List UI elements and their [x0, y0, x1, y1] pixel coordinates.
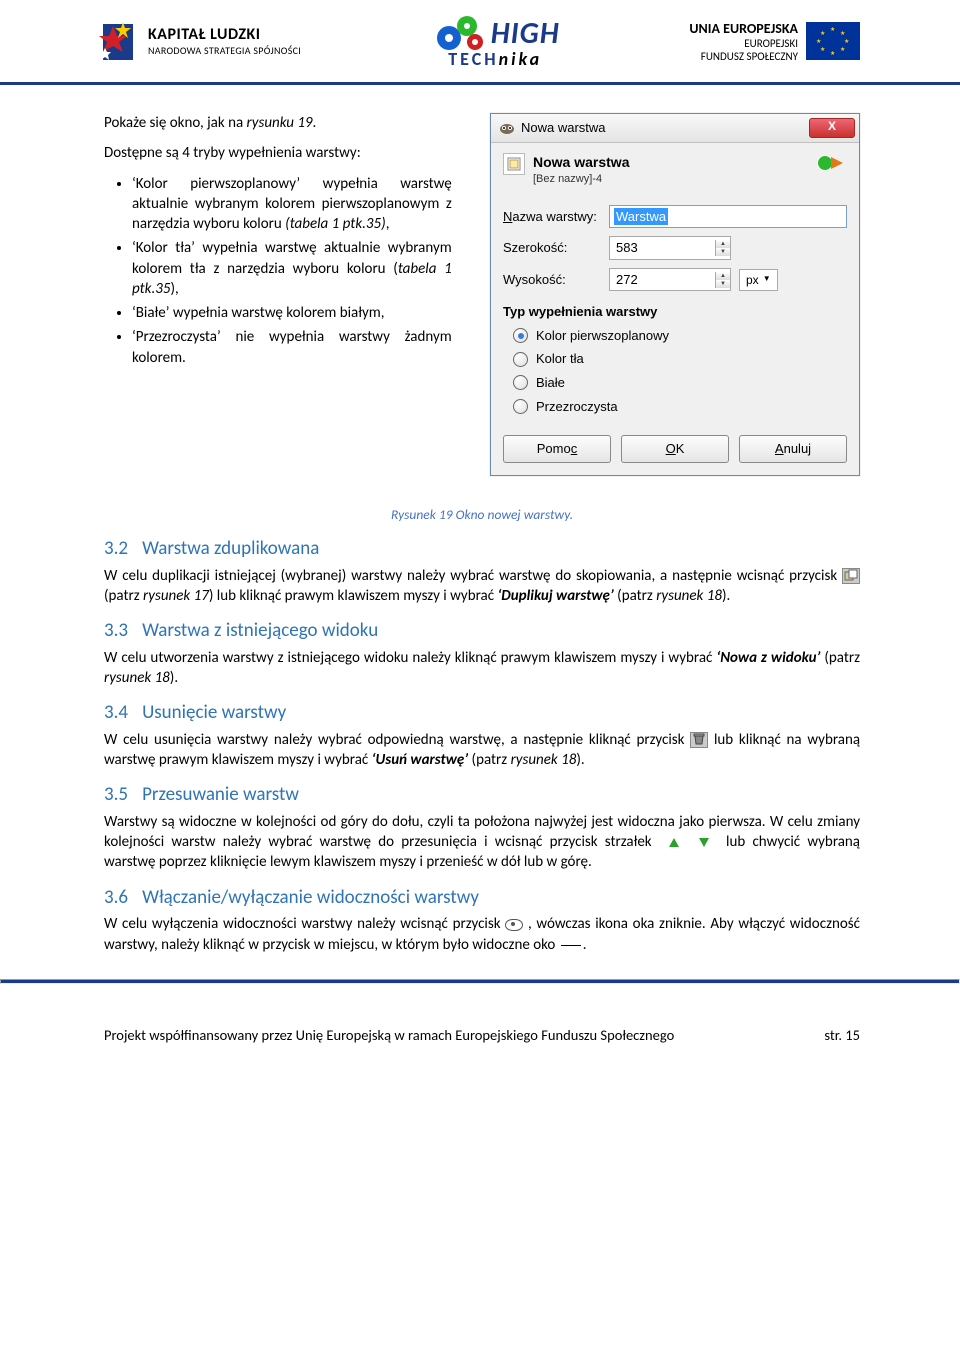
- ht-bottom: TECH: [448, 48, 498, 70]
- list-item: ‘Kolor pierwszoplanowy’ wypełnia warstwę…: [132, 174, 452, 235]
- footer-text: Projekt współfinansowany przez Unię Euro…: [104, 1026, 674, 1044]
- section-3-2-body: W celu duplikacji istniejącej (wybranej)…: [104, 566, 860, 607]
- unit-select[interactable]: px▼: [739, 269, 778, 291]
- section-3-5-body: Warstwy są widoczne w kolejności od góry…: [104, 812, 860, 873]
- dialog-titlebar: Nowa warstwa X: [491, 114, 859, 143]
- close-button[interactable]: X: [809, 118, 855, 138]
- section-3-3-body: W celu utworzenia warstwy z istniejącego…: [104, 648, 860, 689]
- section-heading-3-5: 3.5Przesuwanie warstw: [104, 782, 860, 808]
- figure-caption: Rysunek 19 Okno nowej warstwy.: [104, 506, 860, 524]
- eye-icon: [505, 919, 523, 931]
- page-header: KAPITAŁ LUDZKI NARODOWA STRATEGIA SPÓJNO…: [0, 0, 960, 78]
- section-heading-3-3: 3.3Warstwa z istniejącego widoku: [104, 618, 860, 644]
- ht-top: HIGH: [491, 15, 560, 52]
- list-item: ‘Kolor tła’ wypełnia warstwę aktualnie w…: [132, 238, 452, 299]
- fill-modes-list: ‘Kolor pierwszoplanowy’ wypełnia warstwę…: [104, 174, 452, 368]
- radio-icon: [513, 375, 528, 390]
- eu-logo: UNIA EUROPEJSKA EUROPEJSKI FUNDUSZ SPOŁE…: [689, 20, 860, 63]
- eu-line1: UNIA EUROPEJSKA: [689, 20, 798, 37]
- section-heading-3-2: 3.2Warstwa zduplikowana: [104, 536, 860, 562]
- radio-icon: [513, 328, 528, 343]
- list-item: ‘Przezroczysta’ nie wypełnia warstwy żad…: [132, 327, 452, 368]
- layer-name-input[interactable]: Warstwa: [609, 205, 847, 229]
- hightechnika-logo: HIGH TECHnika: [431, 12, 560, 70]
- layer-icon: [503, 153, 525, 175]
- preview-icon: [813, 153, 847, 173]
- footer-separator: [0, 979, 960, 984]
- width-input[interactable]: 583 ▲▼: [609, 236, 731, 260]
- height-label: Wysokość:: [503, 271, 601, 289]
- kl-title: KAPITAŁ LUDZKI: [148, 25, 301, 44]
- radio-transparent[interactable]: Przezroczysta: [513, 398, 847, 416]
- kl-subtitle: NARODOWA STRATEGIA SPÓJNOŚCI: [148, 44, 301, 57]
- kl-star-icon: [95, 16, 140, 66]
- ok-button[interactable]: OK: [621, 435, 729, 463]
- gimp-icon: [499, 121, 515, 135]
- page-footer: Projekt współfinansowany przez Unię Euro…: [0, 1012, 960, 1044]
- radio-icon: [513, 399, 528, 414]
- intro-p2: Dostępne są 4 tryby wypełnienia warstwy:: [104, 143, 452, 163]
- radio-foreground[interactable]: Kolor pierwszoplanowy: [513, 327, 847, 345]
- page-number: str. 15: [824, 1026, 860, 1044]
- name-label: Nazwa warstwy:: [503, 208, 601, 226]
- width-label: Szerokość:: [503, 239, 601, 257]
- section-3-4-body: W celu usunięcia warstwy należy wybrać o…: [104, 730, 860, 771]
- spin-up-icon[interactable]: ▲: [716, 240, 730, 248]
- duplicate-layer-icon: [842, 568, 860, 584]
- empty-eye-slot-icon: [561, 945, 581, 946]
- dialog-header-title: Nowa warstwa: [533, 153, 805, 172]
- spin-down-icon[interactable]: ▼: [716, 248, 730, 256]
- radio-white[interactable]: Białe: [513, 374, 847, 392]
- fill-type-section-label: Typ wypełnienia warstwy: [503, 303, 847, 321]
- eu-line2: EUROPEJSKI: [689, 37, 798, 50]
- arrow-down-icon: [699, 838, 709, 847]
- eu-flag-icon: ★★ ★★ ★★ ★★: [806, 22, 860, 60]
- help-button[interactable]: Pomoc: [503, 435, 611, 463]
- section-heading-3-6: 3.6Włączanie/wyłączanie widoczności wars…: [104, 885, 860, 911]
- spin-down-icon[interactable]: ▼: [716, 280, 730, 288]
- spin-up-icon[interactable]: ▲: [716, 272, 730, 280]
- list-item: ‘Białe’ wypełnia warstwę kolorem białym,: [132, 303, 452, 323]
- new-layer-dialog: Nowa warstwa X Nowa warstwa [Bez nazwy]-…: [490, 113, 860, 476]
- eu-line3: FUNDUSZ SPOŁECZNY: [689, 50, 798, 63]
- radio-background[interactable]: Kolor tła: [513, 350, 847, 368]
- height-input[interactable]: 272 ▲▼: [609, 268, 731, 292]
- section-3-6-body: W celu wyłączenia widoczności warstwy na…: [104, 914, 860, 955]
- arrow-up-icon: [669, 838, 679, 847]
- intro-p1: Pokaże się okno, jak na rysunku 19.: [104, 113, 452, 133]
- dialog-title: Nowa warstwa: [521, 119, 606, 137]
- dialog-header-sub: [Bez nazwy]-4: [533, 172, 805, 187]
- kapital-ludzki-logo: KAPITAŁ LUDZKI NARODOWA STRATEGIA SPÓJNO…: [95, 16, 301, 66]
- section-heading-3-4: 3.4Usunięcie warstwy: [104, 700, 860, 726]
- chevron-down-icon: ▼: [763, 274, 771, 285]
- radio-icon: [513, 352, 528, 367]
- trash-icon: [690, 732, 708, 748]
- cancel-button[interactable]: Anuluj: [739, 435, 847, 463]
